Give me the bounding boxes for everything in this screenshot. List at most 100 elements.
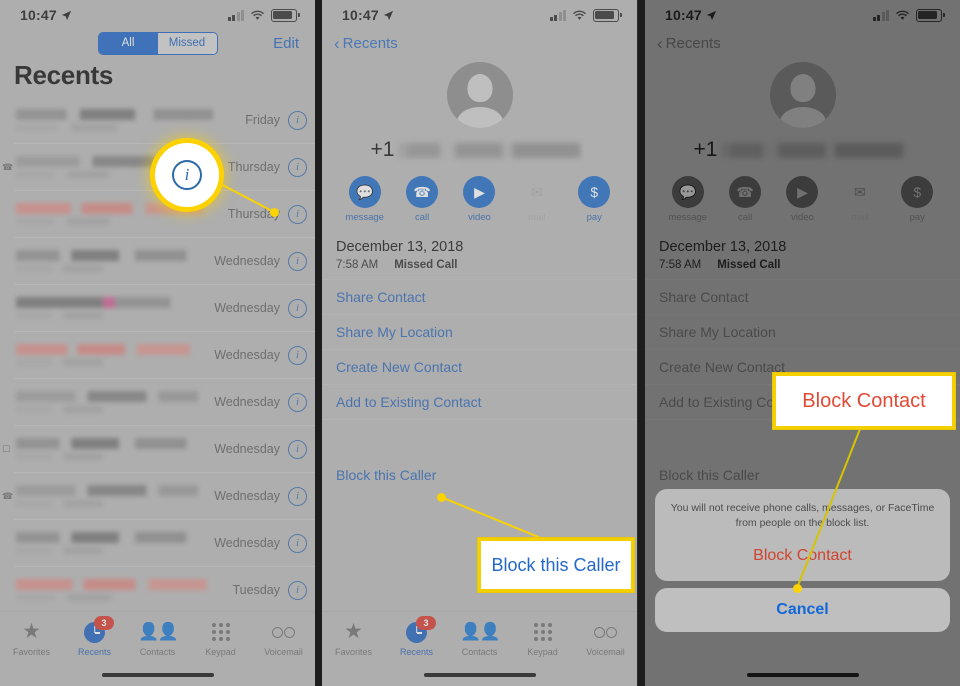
call-info-button[interactable]: i — [288, 486, 307, 506]
edit-button[interactable]: Edit — [273, 35, 299, 52]
call-info-button[interactable]: i — [288, 580, 307, 600]
recents-badge: 3 — [416, 616, 436, 630]
table-row[interactable]: Wednesday i — [14, 519, 315, 566]
call-timestamp: Wednesday — [214, 442, 280, 456]
redacted-contact-name — [14, 344, 215, 366]
action-label: mail — [528, 212, 546, 223]
voicemail-icon — [272, 620, 295, 644]
tab-contacts[interactable]: 👤👤 Contacts — [448, 620, 511, 657]
call-date: December 13, 2018 — [659, 239, 787, 255]
dollar-sign-icon: $ — [578, 176, 611, 208]
filter-option-missed[interactable]: Missed — [157, 32, 217, 54]
tab-keypad[interactable]: Keypad — [189, 620, 252, 657]
call-timestamp: Wednesday — [214, 301, 280, 315]
redacted-contact-name — [14, 109, 246, 131]
filter-option-all[interactable]: All — [98, 32, 158, 54]
call-info-button[interactable]: i — [288, 110, 307, 130]
table-row[interactable]: ☐ Wednesday i — [2, 425, 315, 472]
menu-item-share-my-location: Share My Location — [645, 315, 960, 350]
call-info-button[interactable]: i — [288, 533, 307, 553]
table-row[interactable]: ☎ Wednesday i — [2, 472, 315, 519]
action-message[interactable]: 💬 message — [343, 176, 387, 223]
status-bar-clock: 10:47 — [665, 7, 717, 23]
back-button-label: Recents — [665, 34, 721, 52]
call-info-button[interactable]: i — [288, 345, 307, 365]
default-avatar-icon — [769, 62, 836, 128]
call-detail-line: 7:58 AM Missed Call — [336, 259, 637, 271]
tab-keypad[interactable]: Keypad — [511, 620, 574, 657]
annotation-anchor-dot — [270, 208, 279, 217]
cancel-button[interactable]: Cancel — [655, 588, 950, 632]
annotation-anchor-dot — [437, 493, 446, 502]
call-info-button[interactable]: i — [288, 204, 307, 224]
phone-icon: ☎ — [729, 176, 762, 208]
country-code: +1 — [370, 138, 395, 161]
tab-voicemail[interactable]: Voicemail — [252, 620, 315, 657]
tab-label: Contacts — [139, 647, 176, 657]
action-video[interactable]: ▶ video — [457, 176, 501, 223]
menu-item-create-new-contact[interactable]: Create New Contact — [322, 350, 637, 385]
redacted-contact-name — [14, 203, 228, 225]
call-detail-line: 7:58 AM Missed Call — [659, 259, 960, 271]
call-info-button[interactable]: i — [288, 392, 307, 412]
menu-item-share-contact[interactable]: Share Contact — [322, 280, 637, 315]
status-bar-time: 10:47 — [342, 7, 379, 23]
people-icon: 👤👤 — [138, 622, 178, 641]
phone-icon: ☎ — [406, 176, 439, 208]
contact-options-menu: Share Contact Share My Location Create N… — [322, 280, 637, 492]
tab-favorites[interactable]: ★ Favorites — [0, 620, 63, 657]
call-info-button[interactable]: i — [288, 157, 307, 177]
action-sheet-card: You will not receive phone calls, messag… — [655, 488, 950, 581]
home-indicator — [746, 672, 859, 677]
battery-icon — [271, 8, 300, 22]
table-row[interactable]: Wednesday i — [14, 237, 315, 284]
phone-outgoing-icon: ☎ — [2, 490, 14, 501]
contact-action-buttons: 💬 message ☎ call ▶ video ✉ mail $ pay — [322, 162, 637, 229]
tab-label: Voicemail — [264, 647, 303, 657]
action-pay[interactable]: $ pay — [572, 176, 616, 223]
recents-badge: 3 — [94, 616, 114, 630]
wifi-icon — [895, 10, 910, 20]
call-type: Missed Call — [394, 259, 458, 271]
wifi-icon — [572, 10, 587, 20]
wifi-icon — [250, 10, 265, 20]
table-row[interactable]: Tuesday i — [14, 566, 315, 613]
tab-voicemail[interactable]: Voicemail — [574, 620, 637, 657]
tab-recents[interactable]: 3 Recents — [385, 616, 448, 657]
back-to-recents-button[interactable]: ‹ Recents — [645, 30, 960, 56]
tab-label: Favorites — [12, 647, 50, 657]
status-bar: 10:47 — [322, 0, 637, 30]
tab-recents[interactable]: 3 Recents — [63, 616, 126, 657]
call-info-button[interactable]: i — [288, 439, 307, 459]
block-contact-button[interactable]: Block Contact — [669, 531, 936, 577]
envelope-icon: ✉ — [530, 183, 543, 200]
calls-filter-segmented-control[interactable]: All Missed — [97, 31, 218, 55]
action-call[interactable]: ☎ call — [400, 176, 444, 223]
call-type: Missed Call — [717, 259, 781, 271]
contact-phone-number: +1 — [322, 138, 637, 162]
info-icon: i — [172, 160, 202, 190]
table-row[interactable]: Wednesday i — [14, 284, 315, 331]
recents-filter-bar: All Missed Edit — [0, 30, 315, 56]
table-row[interactable]: Wednesday i — [14, 331, 315, 378]
action-call: ☎ call — [723, 176, 767, 223]
video-camera-icon: ▶ — [786, 176, 819, 208]
menu-item-block-this-caller[interactable]: Block this Caller — [322, 458, 637, 492]
table-row[interactable]: Wednesday i — [14, 378, 315, 425]
redacted-contact-name — [14, 579, 233, 601]
tab-contacts[interactable]: 👤👤 Contacts — [126, 620, 189, 657]
call-info-button[interactable]: i — [288, 251, 307, 271]
home-indicator — [101, 672, 214, 677]
action-label: call — [414, 212, 430, 223]
tab-favorites[interactable]: ★ Favorites — [322, 620, 385, 657]
call-info-button[interactable]: i — [288, 298, 307, 318]
action-label: video — [791, 212, 814, 223]
menu-item-add-to-existing-contact[interactable]: Add to Existing Contact — [322, 385, 637, 420]
call-timestamp: Tuesday — [232, 583, 280, 597]
status-bar-time: 10:47 — [20, 7, 57, 23]
table-row[interactable]: Friday i — [14, 97, 315, 143]
menu-item-share-my-location[interactable]: Share My Location — [322, 315, 637, 350]
contact-phone-number: +1 — [645, 138, 960, 162]
back-to-recents-button[interactable]: ‹ Recents — [322, 30, 637, 56]
annotation-anchor-dot — [793, 584, 802, 593]
